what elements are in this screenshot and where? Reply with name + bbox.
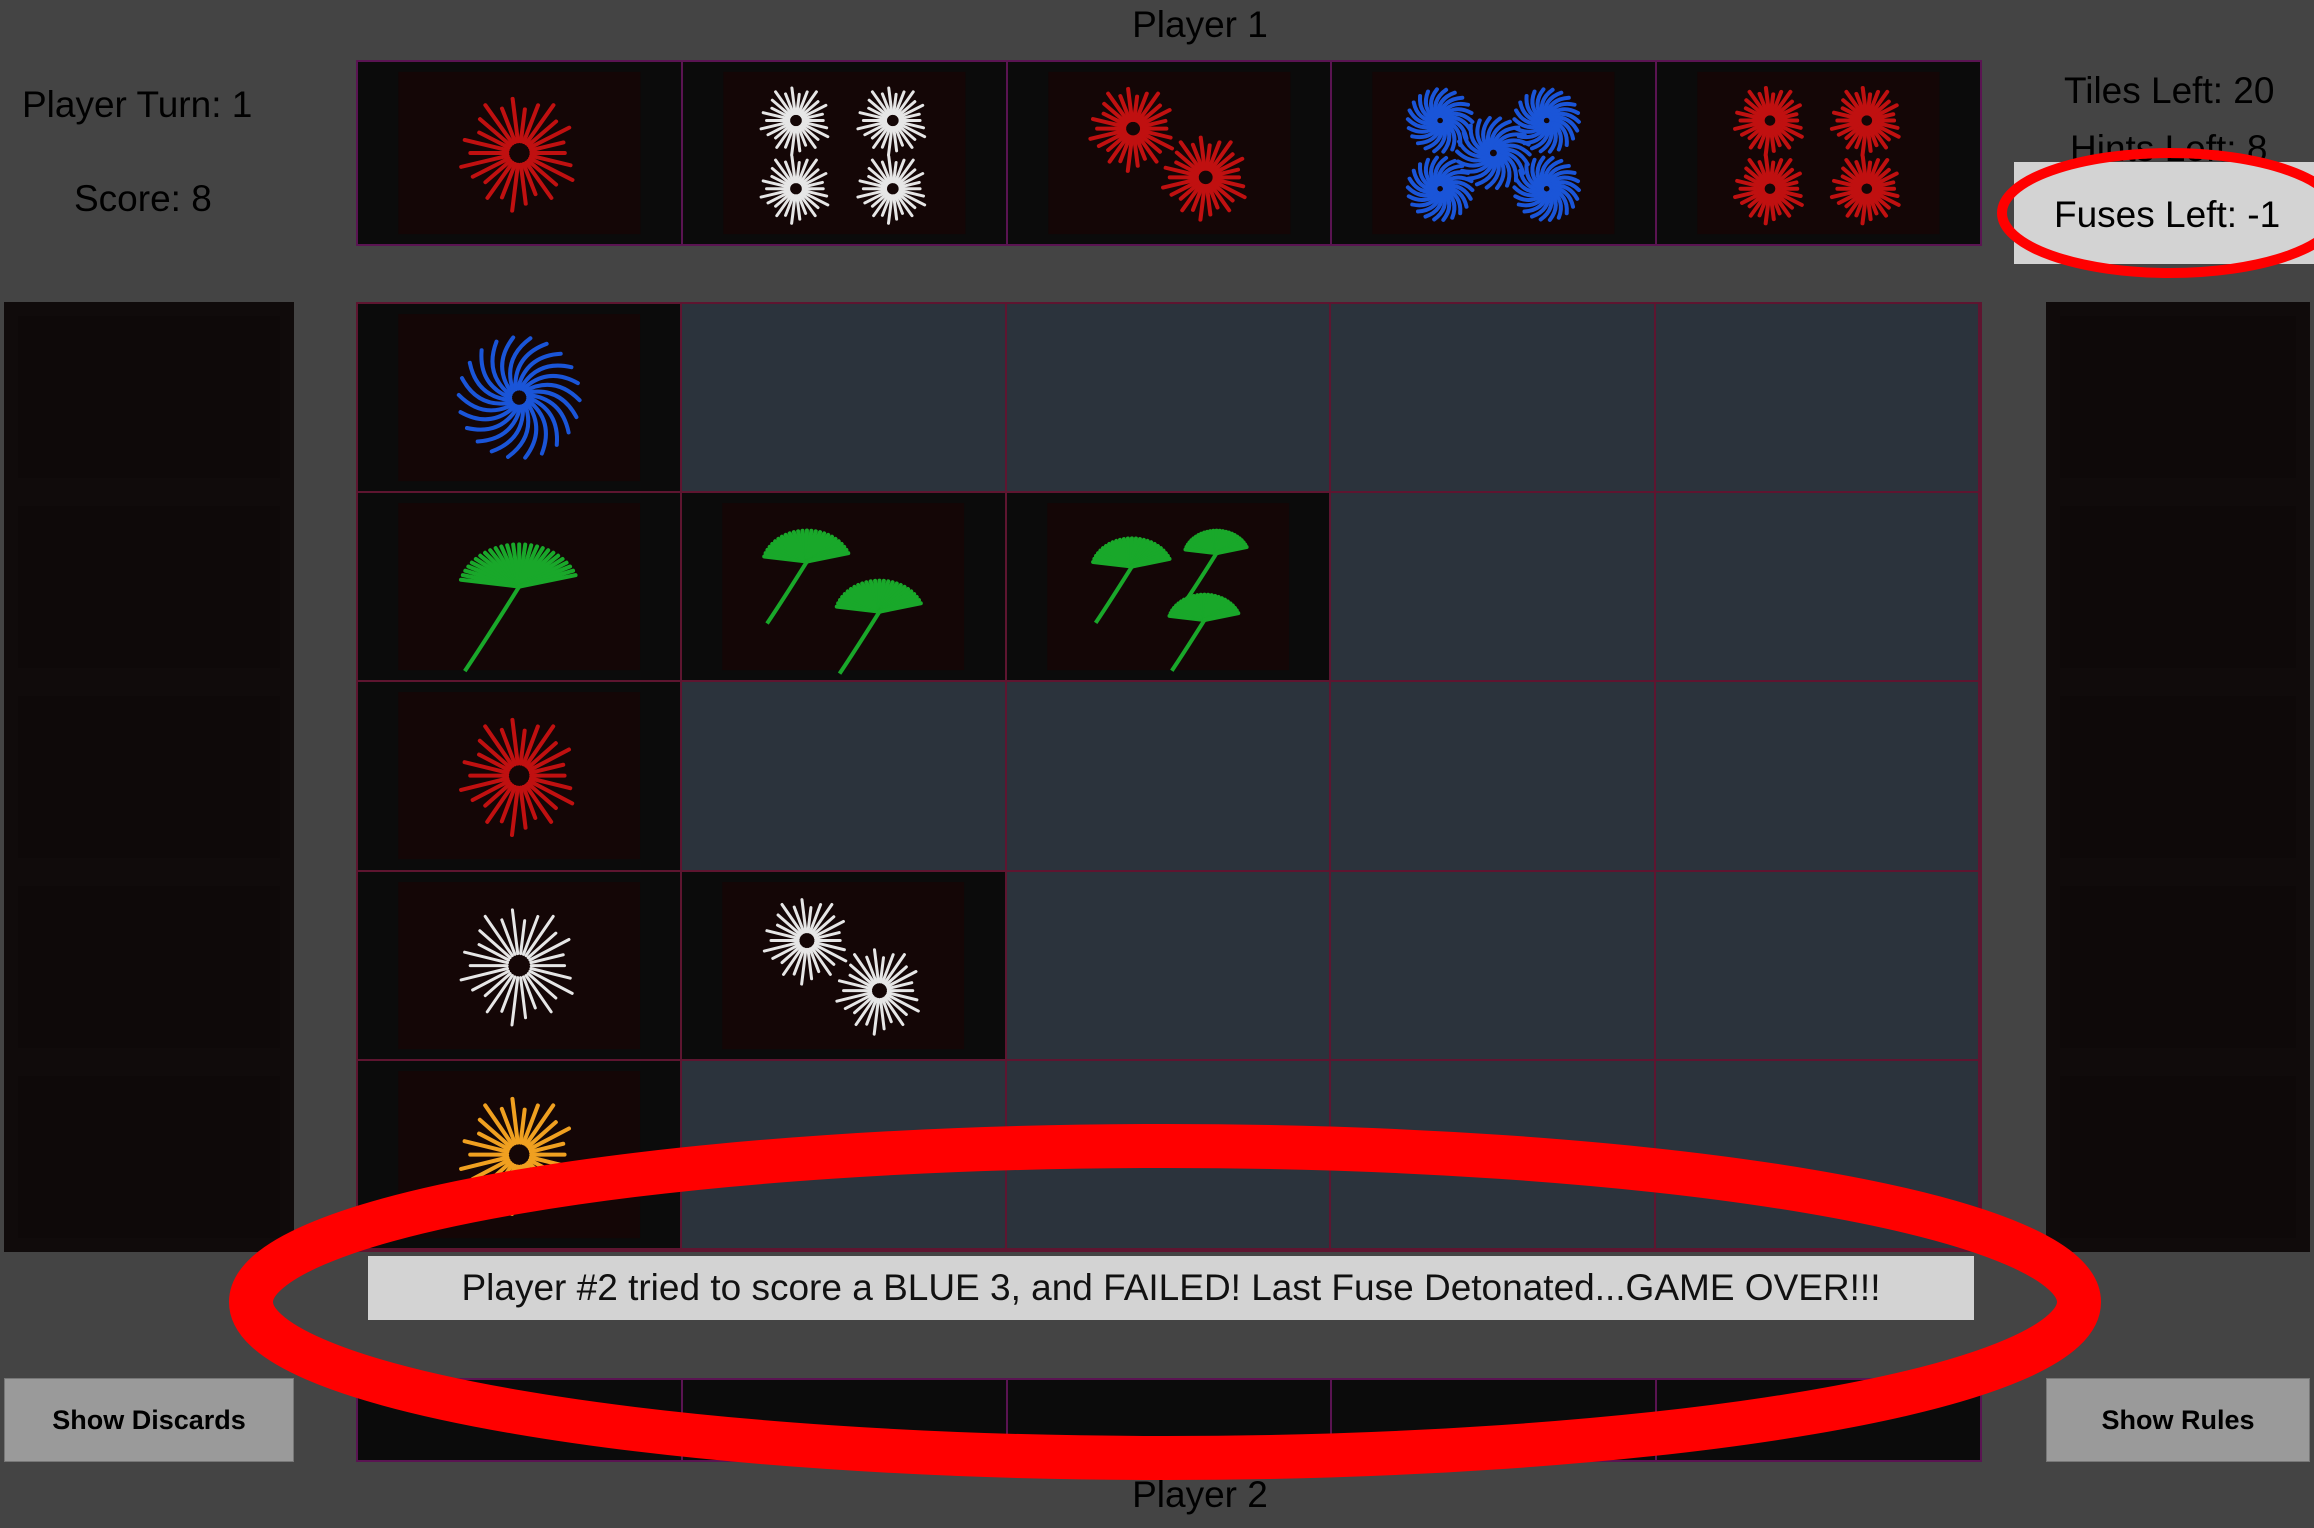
board-card-white-1	[358, 871, 683, 1061]
tiles-left-label: Tiles Left: 20	[2064, 70, 2275, 111]
board-empty-slot	[1331, 304, 1656, 494]
yellow-firework-icon	[398, 1070, 641, 1238]
fuses-left-label: Fuses Left: -1	[2054, 194, 2281, 235]
discard-slot	[4, 682, 294, 872]
discard-slot	[2046, 872, 2310, 1062]
hidden-card[interactable]	[358, 1380, 683, 1460]
discard-slot	[4, 302, 294, 492]
status-message: Player #2 tried to score a BLUE 3, and F…	[368, 1256, 1974, 1320]
score-label: Score: 8	[74, 178, 212, 219]
hand-card-blue[interactable]	[1332, 62, 1658, 244]
discard-slot	[4, 1062, 294, 1252]
player-2-title: Player 2	[1132, 1474, 1268, 1515]
board-empty-slot	[1655, 304, 1980, 494]
red-firework-icon	[398, 71, 641, 235]
discard-column-right	[2046, 302, 2310, 1252]
hand-card-red[interactable]	[358, 62, 683, 244]
board-empty-slot	[1006, 682, 1332, 872]
blue-firework-icon	[1372, 71, 1615, 235]
blue-firework-icon	[398, 314, 641, 482]
firework-board	[356, 302, 1982, 1252]
hand-card-red[interactable]	[1007, 62, 1333, 244]
white-firework-icon	[722, 881, 965, 1049]
discard-slot	[2046, 682, 2310, 872]
player-1-hand	[356, 60, 1982, 246]
hidden-card[interactable]	[1332, 1380, 1658, 1460]
hand-card-red[interactable]	[1657, 62, 1980, 244]
hidden-card[interactable]	[1007, 1380, 1333, 1460]
player-1-title: Player 1	[1132, 4, 1268, 45]
white-firework-icon	[723, 71, 966, 235]
board-empty-slot	[1331, 682, 1656, 872]
board-empty-slot	[1655, 493, 1980, 683]
discard-slot	[4, 872, 294, 1062]
discard-slot	[2046, 1062, 2310, 1252]
board-empty-slot	[1655, 1060, 1980, 1250]
board-empty-slot	[1655, 682, 1980, 872]
board-card-green-3	[1006, 493, 1332, 683]
board-empty-slot	[1655, 871, 1980, 1061]
board-card-blue-1	[358, 304, 683, 494]
green-firework-icon	[1047, 503, 1289, 673]
board-empty-slot	[1006, 871, 1332, 1061]
board-card-red-1	[358, 682, 683, 872]
discard-slot	[2046, 492, 2310, 682]
red-firework-icon	[1047, 71, 1291, 235]
board-empty-slot	[1006, 1060, 1332, 1250]
green-firework-icon	[398, 503, 641, 673]
player-2-hand	[356, 1378, 1982, 1462]
discard-slot	[4, 492, 294, 682]
board-empty-slot	[1331, 1060, 1656, 1250]
show-discards-button[interactable]: Show Discards	[4, 1378, 294, 1462]
board-card-yellow-1	[358, 1060, 683, 1250]
hand-card-white[interactable]	[682, 62, 1008, 244]
discard-column-left	[4, 302, 294, 1252]
board-empty-slot	[1331, 871, 1656, 1061]
board-empty-slot	[682, 304, 1007, 494]
board-card-green-1	[358, 493, 683, 683]
board-empty-slot	[682, 682, 1007, 872]
player-turn-label: Player Turn: 1	[22, 84, 253, 125]
board-card-green-2	[682, 493, 1007, 683]
red-firework-icon	[1697, 71, 1940, 235]
board-empty-slot	[682, 1060, 1007, 1250]
hidden-card[interactable]	[682, 1380, 1008, 1460]
show-rules-button[interactable]: Show Rules	[2046, 1378, 2310, 1462]
hidden-card[interactable]	[1657, 1380, 1980, 1460]
white-firework-icon	[398, 881, 641, 1049]
board-card-white-2	[682, 871, 1007, 1061]
board-empty-slot	[1331, 493, 1656, 683]
red-firework-icon	[398, 692, 641, 860]
green-firework-icon	[722, 503, 965, 675]
discard-slot	[2046, 302, 2310, 492]
board-empty-slot	[1006, 304, 1332, 494]
